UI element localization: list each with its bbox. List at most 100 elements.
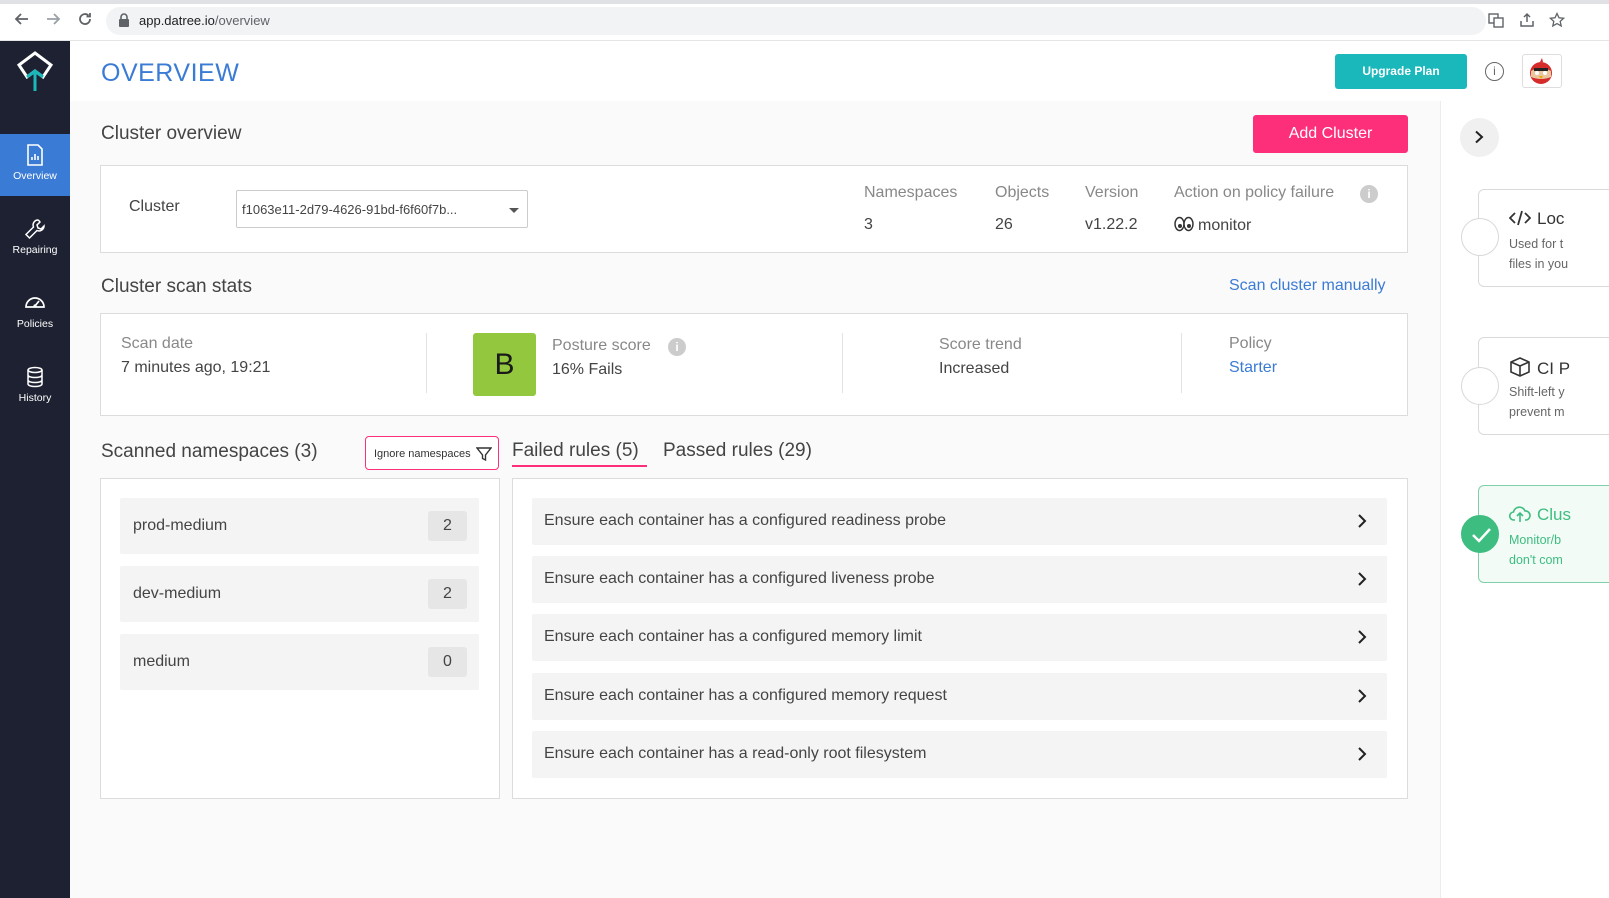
share-icon[interactable]: [1518, 12, 1536, 30]
sidebar: Overview Repairing Policies History: [0, 41, 70, 898]
rule-name: Ensure each container has a configured m…: [544, 687, 947, 704]
namespace-name: medium: [133, 653, 190, 670]
rule-name: Ensure each container has a configured r…: [544, 512, 947, 529]
sidebar-item-label: History: [18, 392, 52, 404]
tab-failed-rules[interactable]: Failed rules (5): [512, 440, 639, 462]
namespaces-value: 3: [864, 216, 873, 233]
step-status-circle: [1461, 218, 1499, 256]
info-icon[interactable]: i: [1485, 62, 1504, 81]
url-host: app.datree.io: [139, 13, 215, 28]
sidebar-item-policies[interactable]: Policies: [0, 282, 70, 344]
rule-item[interactable]: Ensure each container has a read-only ro…: [532, 731, 1387, 778]
action-on-failure-label: Action on policy failure: [1174, 184, 1335, 201]
ignore-namespaces-label: Ignore namespaces: [374, 448, 471, 460]
eyes-icon: [1174, 216, 1194, 232]
browser-toolbar: app.datree.io/overview: [0, 0, 1609, 41]
chevron-right-icon: [1358, 630, 1367, 644]
chevron-right-icon: [1358, 747, 1367, 761]
step-desc-line: Shift-left y: [1509, 385, 1565, 399]
divider: [426, 333, 427, 393]
rule-name: Ensure each container has a read-only ro…: [544, 745, 927, 762]
upgrade-plan-button[interactable]: Upgrade Plan: [1335, 54, 1467, 89]
step-desc-line: Monitor/b: [1509, 533, 1562, 547]
sidebar-item-repairing[interactable]: Repairing: [0, 208, 70, 270]
rule-item[interactable]: Ensure each container has a configured l…: [532, 556, 1387, 603]
step-title-text: Clus: [1537, 505, 1572, 524]
objects-label: Objects: [995, 184, 1050, 201]
action-value-text: monitor: [1198, 217, 1252, 234]
step-desc-line: don't com: [1509, 553, 1563, 567]
policy-label: Policy: [1229, 335, 1272, 352]
step-desc: Shift-left y prevent m: [1509, 382, 1565, 422]
reload-icon[interactable]: [74, 10, 96, 32]
step-status-circle: [1461, 367, 1499, 405]
step-title-text: CI P: [1537, 359, 1571, 378]
page-title: OVERVIEW: [101, 59, 240, 87]
version-label: Version: [1085, 184, 1139, 201]
sidebar-item-label: Repairing: [12, 244, 58, 256]
scan-stats-card: [100, 313, 1408, 416]
bookmark-star-icon[interactable]: [1548, 11, 1566, 30]
version-value: v1.22.2: [1085, 216, 1138, 233]
namespace-item[interactable]: dev-medium 2: [120, 566, 479, 622]
avatar[interactable]: [1522, 54, 1562, 88]
report-icon: [27, 144, 43, 166]
add-cluster-button[interactable]: Add Cluster: [1253, 115, 1408, 153]
url-path: /overview: [214, 13, 270, 28]
translate-icon[interactable]: [1487, 12, 1505, 30]
objects-value: 26: [995, 216, 1013, 233]
database-icon: [27, 366, 43, 388]
filter-icon: [476, 447, 492, 462]
scan-date-label: Scan date: [121, 335, 194, 352]
namespace-item[interactable]: prod-medium 2: [120, 498, 479, 554]
cluster-overview-title: Cluster overview: [101, 123, 242, 144]
score-trend-label: Score trend: [939, 336, 1022, 353]
posture-score-label: Posture score: [552, 337, 651, 354]
rule-item[interactable]: Ensure each container has a configured m…: [532, 614, 1387, 661]
namespace-name: prod-medium: [133, 517, 228, 534]
namespaces-label: Namespaces: [864, 184, 958, 201]
gauge-icon: [25, 297, 45, 308]
divider: [842, 333, 843, 393]
chevron-right-icon: [1358, 572, 1367, 586]
namespace-name: dev-medium: [133, 585, 222, 602]
posture-grade-badge: B: [473, 333, 536, 396]
namespace-item[interactable]: medium 0: [120, 634, 479, 690]
namespace-count: 2: [428, 579, 467, 609]
rule-item[interactable]: Ensure each container has a configured r…: [532, 498, 1387, 545]
info-icon[interactable]: i: [1360, 185, 1378, 203]
expand-panel-button[interactable]: [1460, 118, 1499, 157]
scanned-namespaces-title: Scanned namespaces (3): [101, 441, 318, 462]
divider: [1181, 333, 1182, 393]
datree-logo[interactable]: [15, 51, 55, 93]
policy-link[interactable]: Starter: [1229, 359, 1277, 377]
sidebar-item-history[interactable]: History: [0, 356, 70, 418]
rule-name: Ensure each container has a configured l…: [544, 570, 935, 587]
caret-down-icon: [509, 208, 519, 213]
back-icon[interactable]: [11, 10, 33, 32]
step-desc-line: Used for t: [1509, 237, 1564, 251]
url-text[interactable]: app.datree.io/overview: [139, 13, 270, 28]
scan-cluster-manually-link[interactable]: Scan cluster manually: [1229, 277, 1386, 295]
info-icon[interactable]: i: [668, 338, 686, 356]
chevron-right-icon: [1475, 130, 1484, 144]
chevron-right-icon: [1358, 689, 1367, 703]
forward-icon[interactable]: [42, 10, 64, 32]
step-title: CI P: [1509, 357, 1570, 379]
namespace-count: 2: [428, 511, 467, 541]
rule-item[interactable]: Ensure each container has a configured m…: [532, 673, 1387, 720]
scan-date-value: 7 minutes ago, 19:21: [121, 359, 271, 376]
tab-passed-rules[interactable]: Passed rules (29): [663, 440, 812, 462]
browser-tab-strip: [0, 0, 1609, 4]
step-status-circle: [1461, 515, 1499, 553]
check-icon: [1472, 528, 1491, 543]
posture-score-value: 16% Fails: [552, 361, 623, 378]
cluster-select[interactable]: f1063e11-2d79-4626-91bd-f6f60f7b...: [236, 190, 528, 228]
address-bar[interactable]: [106, 7, 1486, 35]
chevron-right-icon: [1358, 514, 1367, 528]
sidebar-item-overview[interactable]: Overview: [0, 134, 70, 196]
scan-stats-title: Cluster scan stats: [101, 276, 252, 297]
step-desc-line: files in you: [1509, 257, 1569, 271]
wrench-icon: [24, 219, 45, 240]
ignore-namespaces-button[interactable]: Ignore namespaces: [365, 436, 499, 470]
